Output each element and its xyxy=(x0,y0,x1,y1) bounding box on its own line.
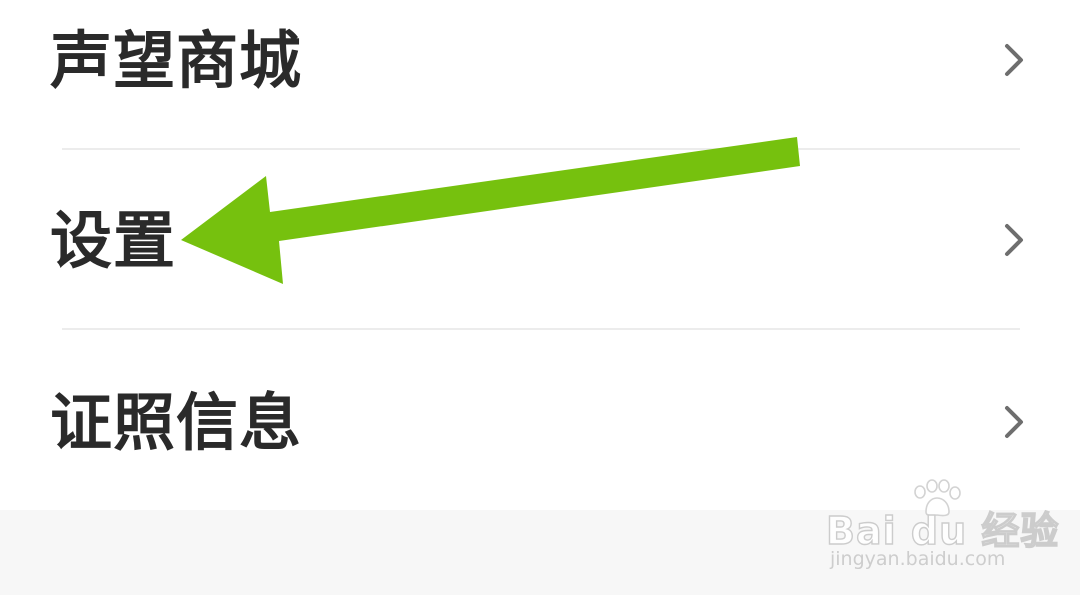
menu-list: 声望商城 设置 证照信息 xyxy=(0,0,1080,510)
watermark-url: jingyan.baidu.com xyxy=(830,548,1006,570)
chevron-right-icon xyxy=(1005,224,1023,256)
menu-item-label: 证照信息 xyxy=(50,386,303,459)
menu-item-reputation-mall[interactable]: 声望商城 xyxy=(0,0,1080,120)
settings-screen: 声望商城 设置 证照信息 Bai du 经验 jingyan.baidu.com xyxy=(0,0,1080,595)
watermark: Bai du 经验 jingyan.baidu.com xyxy=(825,478,1059,578)
watermark-brand: Bai du 经验 xyxy=(825,508,1060,553)
chevron-right-icon xyxy=(1005,406,1023,438)
menu-item-license-info[interactable]: 证照信息 xyxy=(0,362,1080,482)
chevron-right-icon xyxy=(1005,44,1023,76)
menu-item-settings[interactable]: 设置 xyxy=(0,180,1080,300)
divider xyxy=(62,328,1020,330)
menu-item-label: 声望商城 xyxy=(50,24,303,97)
menu-item-label: 设置 xyxy=(50,204,177,277)
divider xyxy=(62,148,1020,150)
